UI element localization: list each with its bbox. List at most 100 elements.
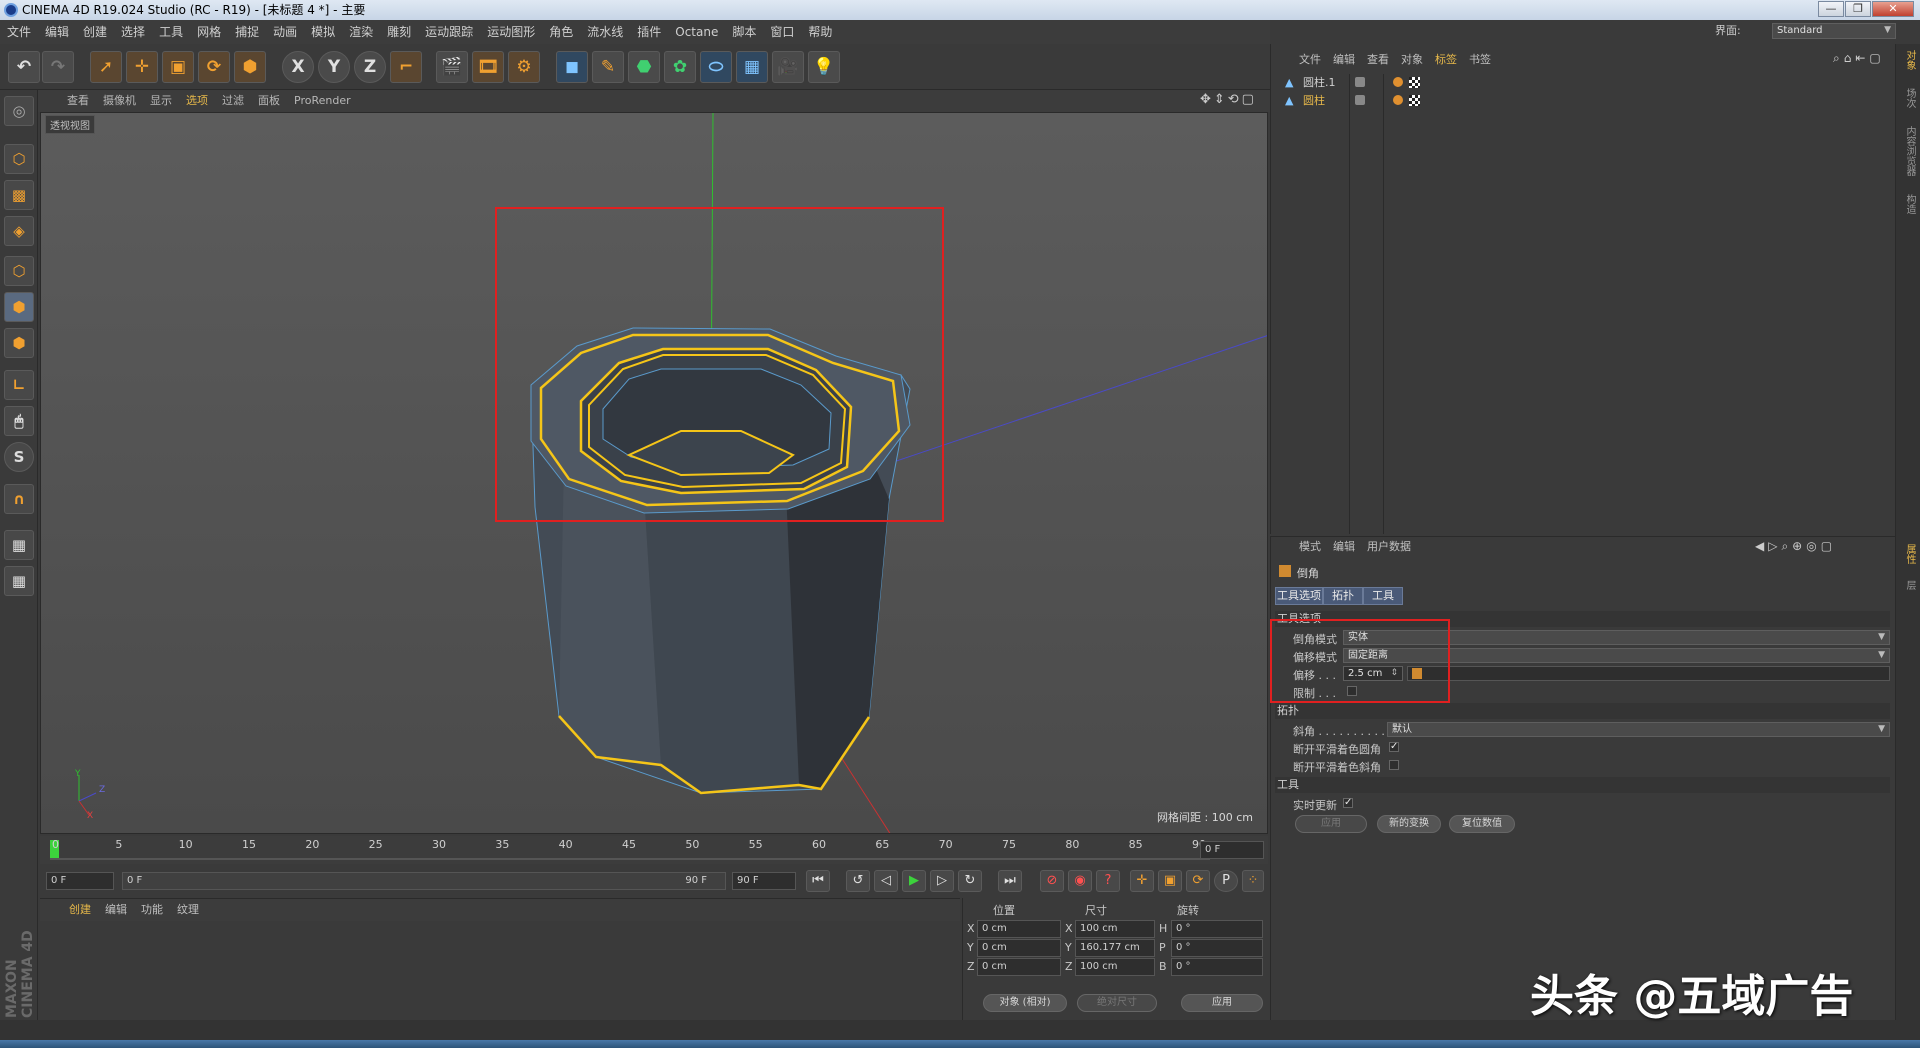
x-axis-lock-button[interactable]: X bbox=[282, 51, 314, 83]
redo-button[interactable]: ↷ bbox=[42, 51, 74, 83]
menu-item-2[interactable]: 创建 bbox=[76, 20, 114, 44]
vtab-structure[interactable]: 构造 bbox=[1899, 194, 1917, 214]
axis-mode-icon[interactable]: ∟ bbox=[4, 370, 34, 400]
viewport-nav-icons[interactable]: ✥⇕⟲▢ bbox=[1200, 92, 1257, 107]
texture-mode-icon[interactable]: ▩ bbox=[4, 180, 34, 210]
menu-item-0[interactable]: 文件 bbox=[0, 20, 38, 44]
move-tool-button[interactable]: ✛ bbox=[126, 51, 158, 83]
menu-item-8[interactable]: 模拟 bbox=[304, 20, 342, 44]
phong-tag-icon[interactable] bbox=[1393, 77, 1403, 87]
rotation-field[interactable]: 0 ° bbox=[1171, 939, 1263, 957]
object-menu-item-0[interactable]: 文件 bbox=[1293, 50, 1327, 70]
menu-item-14[interactable]: 流水线 bbox=[580, 20, 630, 44]
key-rotation-button[interactable]: ⟳ bbox=[1186, 870, 1210, 892]
prev-frame-button[interactable]: ◁ bbox=[874, 870, 898, 892]
tab-topology[interactable]: 拓扑 bbox=[1323, 587, 1363, 605]
subdivision-surface-button[interactable]: ⬣ bbox=[628, 51, 660, 83]
vtab-attributes[interactable]: 属性 bbox=[1899, 544, 1917, 564]
viewport-menu-item-1[interactable]: 摄像机 bbox=[96, 90, 143, 112]
points-mode-icon[interactable]: ⬡ bbox=[4, 256, 34, 286]
size-field[interactable]: 100 cm bbox=[1075, 958, 1155, 976]
edges-mode-icon[interactable]: ⬢ bbox=[4, 292, 34, 322]
interface-dropdown[interactable]: Standard ▼ bbox=[1772, 23, 1896, 39]
go-to-start-button[interactable]: ⏮ bbox=[806, 870, 830, 892]
menu-item-5[interactable]: 网格 bbox=[190, 20, 228, 44]
texture-tag-icon[interactable] bbox=[1409, 77, 1420, 88]
key-parameter-button[interactable]: P bbox=[1214, 870, 1238, 892]
phong-tag-icon[interactable] bbox=[1393, 95, 1403, 105]
size-field[interactable]: 160.177 cm bbox=[1075, 939, 1155, 957]
cloner-button[interactable]: ✿ bbox=[664, 51, 696, 83]
current-frame-field[interactable]: 0 F bbox=[1200, 841, 1264, 859]
magnet-icon[interactable]: ∩ bbox=[4, 484, 34, 514]
visibility-toggle-icon[interactable] bbox=[1355, 77, 1365, 87]
coordinates-apply-button[interactable]: 应用 bbox=[1181, 994, 1263, 1012]
tab-tool-options[interactable]: 工具选项 bbox=[1275, 587, 1323, 605]
object-search-icons[interactable]: ⌕⌂⇤▢ bbox=[1833, 51, 1885, 66]
tweak-mode-icon[interactable]: 🖱 bbox=[4, 406, 34, 436]
size-mode-dropdown[interactable]: 绝对尺寸 bbox=[1077, 994, 1157, 1012]
object-row[interactable]: ▲ 圆柱.1 bbox=[1277, 74, 1337, 92]
rotate-tool-button[interactable]: ⟳ bbox=[198, 51, 230, 83]
texture-tag-icon[interactable] bbox=[1409, 95, 1420, 106]
deformer-button[interactable]: ⬭ bbox=[700, 51, 732, 83]
make-editable-icon[interactable]: ◎ bbox=[4, 96, 34, 126]
maximize-button[interactable]: ❐ bbox=[1845, 1, 1871, 17]
vtab-objects[interactable]: 对象 bbox=[1899, 50, 1917, 70]
play-button[interactable]: ▶ bbox=[902, 870, 926, 892]
menu-item-13[interactable]: 角色 bbox=[542, 20, 580, 44]
planar-workplane-icon[interactable]: ▦ bbox=[4, 566, 34, 596]
object-menu-item-1[interactable]: 编辑 bbox=[1327, 50, 1361, 70]
workplane-icon[interactable]: ◈ bbox=[4, 216, 34, 246]
material-menu-item-1[interactable]: 编辑 bbox=[98, 899, 134, 921]
menu-item-7[interactable]: 动画 bbox=[266, 20, 304, 44]
new-transform-button[interactable]: 新的变换 bbox=[1377, 815, 1441, 833]
z-axis-lock-button[interactable]: Z bbox=[354, 51, 386, 83]
floor-button[interactable]: ▦ bbox=[736, 51, 768, 83]
object-menu-item-2[interactable]: 查看 bbox=[1361, 50, 1395, 70]
material-menu-item-3[interactable]: 纹理 bbox=[170, 899, 206, 921]
timeline-ruler[interactable]: 0 5 10 15 20 25 30 35 40 45 50 55 60 65 70 75 80 85 90 0 F bbox=[40, 836, 1268, 864]
vtab-layers[interactable]: 层 bbox=[1899, 580, 1917, 590]
close-button[interactable]: ✕ bbox=[1872, 1, 1914, 17]
pen-spline-button[interactable]: ✎ bbox=[592, 51, 624, 83]
menu-item-4[interactable]: 工具 bbox=[152, 20, 190, 44]
reset-values-button[interactable]: 复位数值 bbox=[1449, 815, 1515, 833]
keyframe-selection-button[interactable]: ? bbox=[1096, 870, 1120, 892]
miter-dropdown[interactable]: 默认 ▼ bbox=[1387, 722, 1890, 737]
material-menu-item-2[interactable]: 功能 bbox=[134, 899, 170, 921]
cube-primitive-button[interactable]: ◼ bbox=[556, 51, 588, 83]
key-scale-button[interactable]: ▣ bbox=[1158, 870, 1182, 892]
object-menu-item-5[interactable]: 书签 bbox=[1463, 50, 1497, 70]
y-axis-lock-button[interactable]: Y bbox=[318, 51, 350, 83]
menu-item-17[interactable]: 脚本 bbox=[725, 20, 763, 44]
camera-button[interactable]: 🎥 bbox=[772, 51, 804, 83]
frame-range-slider[interactable]: 0 F 90 F bbox=[122, 872, 726, 890]
lock-workplane-icon[interactable]: ▦ bbox=[4, 530, 34, 560]
apply-button[interactable]: 应用 bbox=[1295, 815, 1367, 833]
menu-item-18[interactable]: 窗口 bbox=[763, 20, 801, 44]
recent-tool-button[interactable]: ⬢ bbox=[234, 51, 266, 83]
light-button[interactable]: 💡 bbox=[808, 51, 840, 83]
menu-item-9[interactable]: 渲染 bbox=[342, 20, 380, 44]
position-field[interactable]: 0 cm bbox=[977, 939, 1061, 957]
model-mode-icon[interactable]: ⬡ bbox=[4, 144, 34, 174]
menu-item-10[interactable]: 雕刻 bbox=[380, 20, 418, 44]
viewport-menu-item-3[interactable]: 选项 bbox=[179, 90, 215, 112]
go-to-end-button[interactable]: ⏭ bbox=[998, 870, 1022, 892]
material-menu-item-0[interactable]: 创建 bbox=[62, 899, 98, 921]
autokey-button[interactable]: ◉ bbox=[1068, 870, 1092, 892]
offset-slider[interactable] bbox=[1407, 666, 1890, 681]
render-settings-button[interactable]: ⚙ bbox=[508, 51, 540, 83]
render-picture-viewer-button[interactable]: 🎞 bbox=[472, 51, 504, 83]
viewport-menu-item-5[interactable]: 面板 bbox=[251, 90, 287, 112]
menu-item-6[interactable]: 捕捉 bbox=[228, 20, 266, 44]
size-field[interactable]: 100 cm bbox=[1075, 920, 1155, 938]
polygons-mode-icon[interactable]: ⬢ bbox=[4, 328, 34, 358]
end-frame-field[interactable]: 90 F bbox=[732, 872, 796, 890]
position-field[interactable]: 0 cm bbox=[977, 920, 1061, 938]
viewport-menu-item-6[interactable]: ProRender bbox=[287, 90, 358, 112]
object-menu-item-4[interactable]: 标签 bbox=[1429, 50, 1463, 70]
minimize-button[interactable]: — bbox=[1818, 1, 1844, 17]
break-miter-checkbox[interactable] bbox=[1389, 760, 1399, 770]
